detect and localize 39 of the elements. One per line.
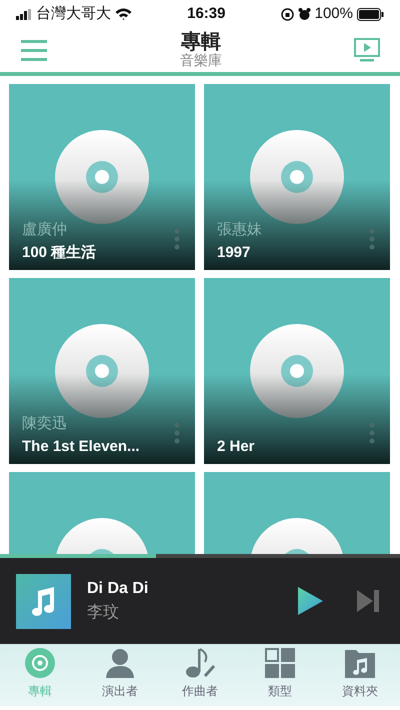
album-title: 100 種生活 <box>22 242 98 262</box>
battery-icon <box>357 8 384 20</box>
grid-icon <box>265 648 295 678</box>
track-artist: 李玟 <box>87 602 120 623</box>
battery-percent: 100% <box>314 4 353 24</box>
disc-icon <box>250 130 344 224</box>
album-cover[interactable]: 張惠妹 1997 <box>204 84 390 270</box>
carrier-name: 台灣大哥大 <box>36 4 111 24</box>
rotation-lock-icon <box>280 8 294 20</box>
tab-button[interactable]: 資料夾 <box>320 644 400 706</box>
disc-icon <box>250 324 344 418</box>
album-title: The 1st Eleven... <box>22 436 141 456</box>
signal-icon <box>16 8 32 20</box>
album-artist: 張惠妹 <box>217 220 263 240</box>
track-title: Di Da Di <box>87 579 150 599</box>
music-folder-icon <box>345 648 375 678</box>
album-artist: 盧廣仲 <box>22 220 68 240</box>
wifi-icon <box>115 8 132 20</box>
more-options-icon[interactable] <box>174 228 180 250</box>
note-with-pencil-icon <box>185 648 215 678</box>
more-options-icon[interactable] <box>174 422 180 444</box>
album-title: 1997 <box>217 242 252 262</box>
person-icon <box>105 648 135 678</box>
tab-button[interactable]: 演出者 <box>80 644 160 706</box>
page-title: 專輯 <box>181 31 221 54</box>
album-cover[interactable]: 2 Her <box>204 278 390 464</box>
disc-icon <box>55 130 149 224</box>
album-cover[interactable]: 陳奕迅 The 1st Eleven... <box>9 278 195 464</box>
tab-button[interactable]: 作曲者 <box>160 644 240 706</box>
page-subtitle: 音樂庫 <box>180 53 222 69</box>
album-artist: 陳奕迅 <box>22 414 68 434</box>
clock-time: 16:39 <box>187 4 226 24</box>
tab-button[interactable]: 類型 <box>240 644 320 706</box>
more-options-icon[interactable] <box>369 422 375 444</box>
disc-icon <box>25 648 55 678</box>
more-options-icon[interactable] <box>369 228 375 250</box>
album-art-icon <box>16 574 71 628</box>
album-cover[interactable]: 盧廣仲 100 種生活 <box>9 84 195 270</box>
album-title: 2 Her <box>217 436 256 456</box>
